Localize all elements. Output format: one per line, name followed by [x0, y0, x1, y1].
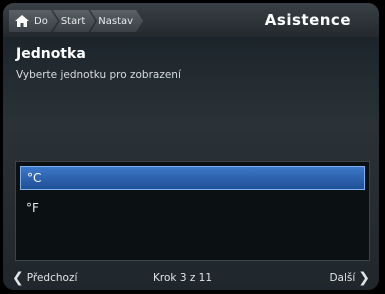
breadcrumb: Do Start Nastav: [3, 10, 173, 32]
back-button[interactable]: ❮ Předchozí: [9, 270, 77, 286]
footer-nav: ❮ Předchozí Krok 3 z 11 Další ❯: [3, 266, 379, 290]
unit-list: °C °F: [15, 161, 370, 261]
breadcrumb-item-start[interactable]: Start: [53, 10, 95, 32]
instruction-text: Vyberte jednotku pro zobrazení: [16, 69, 181, 81]
header-bar: Do Start Nastav Asistence: [3, 3, 379, 37]
wizard-panel: Do Start Nastav Asistence Jednotka Vyber…: [3, 3, 379, 290]
back-label: Předchozí: [26, 272, 78, 284]
chevron-right-icon: ❯: [358, 270, 370, 286]
breadcrumb-item-home[interactable]: Do: [9, 10, 58, 32]
option-label: °F: [26, 201, 39, 215]
next-button[interactable]: Další ❯: [329, 270, 373, 286]
section-title: Jednotka: [16, 46, 86, 62]
page-title: Asistence: [264, 11, 351, 29]
breadcrumb-item-settings[interactable]: Nastav: [90, 10, 143, 32]
unit-option-celsius[interactable]: °C: [20, 166, 365, 190]
breadcrumb-label: Start: [60, 15, 86, 27]
device-screen: Do Start Nastav Asistence Jednotka Vyber…: [0, 0, 385, 294]
home-icon: [14, 14, 30, 28]
option-label: °C: [27, 171, 42, 185]
unit-option-fahrenheit[interactable]: °F: [20, 196, 365, 220]
breadcrumb-label: Do: [34, 15, 48, 27]
chevron-left-icon: ❮: [12, 270, 24, 286]
step-indicator: Krok 3 z 11: [153, 272, 213, 284]
breadcrumb-label: Nastav: [98, 15, 134, 27]
next-label: Další: [329, 272, 356, 284]
